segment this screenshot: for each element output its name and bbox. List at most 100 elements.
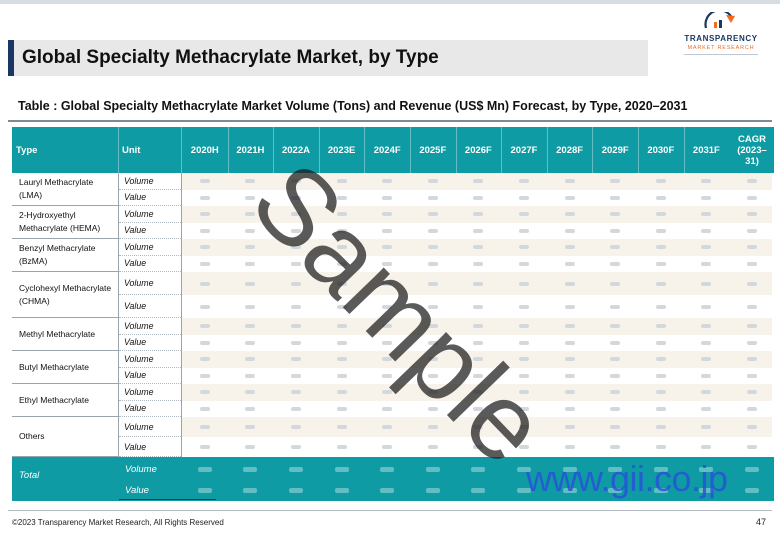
header-cagr-line1: CAGR [738,133,766,145]
blurred-value [473,445,484,449]
logo-name: TRANSPARENCY [684,34,758,43]
blurred-total-value [471,488,486,493]
blurred-value [519,445,529,449]
blurred-total-value [334,467,349,472]
blurred-value [519,261,529,266]
blurred-value [199,445,210,449]
blurred-value [655,228,666,233]
blurred-value [610,390,621,395]
header-cagr: CAGR (2023– 31) [730,127,774,173]
footer-rule [8,510,772,511]
blurred-value [701,261,712,266]
header-separator [273,127,275,173]
blurred-value [564,357,575,362]
header-separator [364,127,366,173]
blurred-total-value [243,467,258,472]
blurred-value [245,212,256,217]
blurred-value [747,228,757,233]
blurred-value [199,212,210,217]
blurred-value [245,425,256,429]
blurred-value [655,245,666,250]
blurred-total-value [745,488,759,493]
blurred-value [655,357,666,362]
row-type-label: Others [12,417,118,457]
blurred-value [564,281,575,286]
blurred-value [199,340,210,345]
blurred-value [199,281,210,286]
blurred-total-value [425,467,440,472]
blurred-value [245,390,256,395]
slide-title-bar: Global Specialty Methacrylate Market, by… [8,40,648,76]
blurred-total-value [243,488,258,493]
blurred-value [747,212,757,217]
caption-rule [8,120,772,122]
blurred-value [336,195,347,200]
blurred-value [336,304,347,309]
blurred-value [245,373,256,378]
header-year: 2031F [692,144,720,156]
row-unit-volume: Volume [119,206,181,223]
blurred-value [701,390,712,395]
blurred-value [747,245,757,250]
blurred-value [701,340,712,345]
blurred-value [427,373,438,378]
header-separator [227,127,229,173]
blurred-value [427,324,438,329]
blurred-value [655,195,666,200]
header-cagr-line2: (2023– [737,144,767,156]
header-year: 2025F [419,144,447,156]
blurred-value [564,445,575,449]
blurred-value [291,357,301,362]
blurred-value [336,445,347,449]
blurred-value [199,425,210,429]
blurred-value [245,340,256,345]
header-separator [410,127,411,173]
top-rule [0,0,780,4]
blurred-value [564,406,575,411]
blurred-value [336,406,347,411]
blurred-value [610,245,621,250]
header-year: 2024F [373,144,401,156]
blurred-value [655,281,666,286]
blurred-value [747,357,757,362]
header-separator [638,127,639,173]
blurred-value [564,373,575,378]
blurred-value [336,261,347,266]
total-unit-value: Value [125,484,149,496]
blurred-value [747,324,757,329]
blurred-value [245,357,256,362]
header-separator [455,127,457,173]
blurred-value [382,406,393,411]
blurred-total-value [334,488,349,493]
blurred-value [473,357,484,362]
blurred-value [199,406,210,411]
blurred-value [564,390,575,395]
blurred-value [701,357,712,362]
blurred-value [747,304,757,309]
blurred-value [427,304,438,309]
blurred-value [564,261,575,266]
blurred-total-value [197,467,212,472]
total-underline [119,499,216,500]
header-separator [546,127,548,173]
blurred-value [519,406,529,411]
header-year: 2028F [556,144,584,156]
blurred-total-value [289,467,303,472]
table-header-row: Type Unit 2020H 2021H 2022A 2023E 2024F 2025F… [12,127,774,173]
blurred-value [427,245,438,250]
row-unit-value: Value [119,368,181,384]
blurred-value [655,304,666,309]
forecast-table: Type Unit 2020H 2021H 2022A 2023E 2024F 2025F… [12,127,774,501]
blurred-value [382,373,393,378]
blurred-value [655,390,666,395]
header-unit: Unit [122,144,141,156]
table-body: Lauryl Methacrylate (LMA) Volume Value 2-Hy… [12,173,774,457]
blurred-value [610,261,621,266]
blurred-value [747,340,757,345]
blurred-value [199,195,210,200]
row-unit-value: Value [119,223,181,239]
blurred-value [245,195,256,200]
blurred-value [199,390,210,395]
row-unit-volume: Volume [119,173,181,190]
blurred-value [655,179,666,184]
